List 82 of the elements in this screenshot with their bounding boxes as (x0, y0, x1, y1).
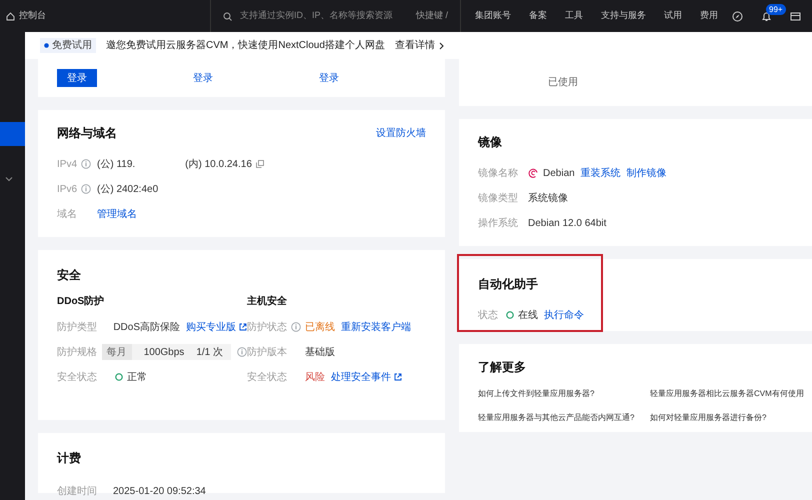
login-button[interactable]: 登录 (309, 69, 349, 87)
notification-badge: 99+ (766, 4, 786, 14)
nav-link[interactable]: 工具 (565, 9, 583, 23)
info-icon (237, 347, 247, 357)
nav-link[interactable]: 集团账号 (475, 9, 511, 23)
external-link[interactable]: 处理安全事件 (331, 370, 402, 384)
status-text: 正常 (127, 370, 147, 384)
text-link[interactable]: 执行命令 (544, 308, 584, 322)
field-value: (内) 10.0.24.16 (185, 158, 252, 172)
field-value: (公) 119. (97, 158, 136, 172)
status-ring-icon (115, 373, 123, 381)
text-link[interactable]: 重装系统 (580, 166, 621, 180)
help-link[interactable]: 轻量应用服务器相比云服务器CVM有何使用 (650, 388, 812, 400)
card-title: 了解更多 (478, 359, 527, 376)
spec-value: 100Gbps (144, 346, 184, 360)
spec-value: 1/1 次 (196, 346, 223, 360)
field-value: DDoS高防保险 (113, 320, 180, 334)
console-home-link[interactable]: 控制台 (0, 9, 210, 23)
field-label: 状态 (478, 308, 498, 322)
card-title: 计费 (57, 450, 82, 467)
field-label: IPv4 (57, 158, 78, 172)
help-link[interactable]: 如何上传文件到轻量应用服务器? (478, 388, 650, 400)
copy-icon[interactable] (256, 160, 264, 168)
field-value: 2025-01-20 09:52:34 (113, 484, 206, 498)
field-label: 防护类型 (57, 320, 97, 334)
nav-link[interactable]: 试用 (664, 9, 682, 23)
field-label: 操作系统 (478, 216, 518, 230)
card-title: 镜像 (478, 134, 503, 151)
field-label: 域名 (57, 208, 77, 222)
details-link[interactable]: 查看详情 (394, 38, 444, 53)
banner-text: 邀您免费试用云服务器CVM，快速使用NextCloud搭建个人网盘 (106, 38, 385, 53)
help-link[interactable]: 如何对轻量应用服务器进行备份? (650, 412, 812, 424)
field-label: 防护规格 (57, 346, 97, 360)
spec-value: 每月 (102, 344, 132, 360)
field-value: Debian 12.0 64bit (528, 216, 606, 230)
field-value: 基础版 (305, 346, 335, 360)
field-label: 安全状态 (247, 370, 287, 384)
field-label: 安全状态 (57, 370, 97, 384)
nav-link[interactable]: 备案 (529, 9, 547, 23)
section-heading: 主机安全 (247, 294, 288, 309)
field-value: (公) 2402:4e0 (97, 182, 158, 196)
nav-link[interactable]: 支持与服务 (601, 9, 646, 23)
status-text: 在线 (518, 308, 538, 322)
swirl-logo-icon (528, 168, 539, 178)
text-link[interactable]: 制作镜像 (626, 166, 667, 180)
external-link[interactable]: 购买专业版 (186, 320, 247, 334)
field-label: 创建时间 (57, 484, 97, 498)
login-button[interactable]: 登录 (57, 69, 97, 87)
bell-icon[interactable] (761, 10, 772, 22)
usage-text: 已使用 (548, 76, 578, 90)
compass-icon[interactable] (732, 10, 743, 22)
dot-icon (44, 43, 49, 48)
trial-tag: 免费试用 (40, 38, 96, 53)
chevron-down-icon[interactable] (5, 176, 13, 182)
field-label: 镜像类型 (478, 192, 518, 206)
chevron-right-icon (438, 42, 444, 50)
shortcut-hint: 快捷键 / (416, 9, 448, 22)
external-link-icon (394, 373, 402, 381)
text-link[interactable]: 管理域名 (97, 206, 137, 222)
field-label: IPv6 (57, 182, 78, 196)
external-link-icon (239, 323, 247, 331)
firewall-link[interactable]: 设置防火墙 (376, 126, 426, 140)
search-icon (223, 12, 232, 20)
status-text: 已离线 (305, 320, 335, 334)
login-button[interactable]: 登录 (183, 69, 223, 87)
nav-link[interactable]: 费用 (700, 9, 718, 23)
card-icon[interactable] (790, 10, 801, 22)
status-text: 风险 (305, 370, 325, 384)
status-ring-icon (506, 311, 514, 319)
field-value: Debian (543, 166, 575, 180)
help-link[interactable]: 轻量应用服务器与其他云产品能否内网互通? (478, 412, 650, 424)
field-label: 防护状态 (247, 320, 287, 334)
card-title: 自动化助手 (478, 276, 539, 293)
field-label: 镜像名称 (478, 166, 518, 180)
section-heading: DDoS防护 (57, 294, 106, 309)
card-title: 网络与域名 (57, 125, 117, 142)
search-field[interactable]: 支持通过实例ID、IP、名称等搜索资源 (240, 9, 408, 23)
field-value: 系统镜像 (528, 192, 568, 206)
home-icon (6, 12, 15, 20)
field-label: 防护版本 (247, 346, 287, 360)
card-title: 安全 (57, 267, 82, 284)
text-link[interactable]: 重新安装客户端 (341, 320, 411, 334)
